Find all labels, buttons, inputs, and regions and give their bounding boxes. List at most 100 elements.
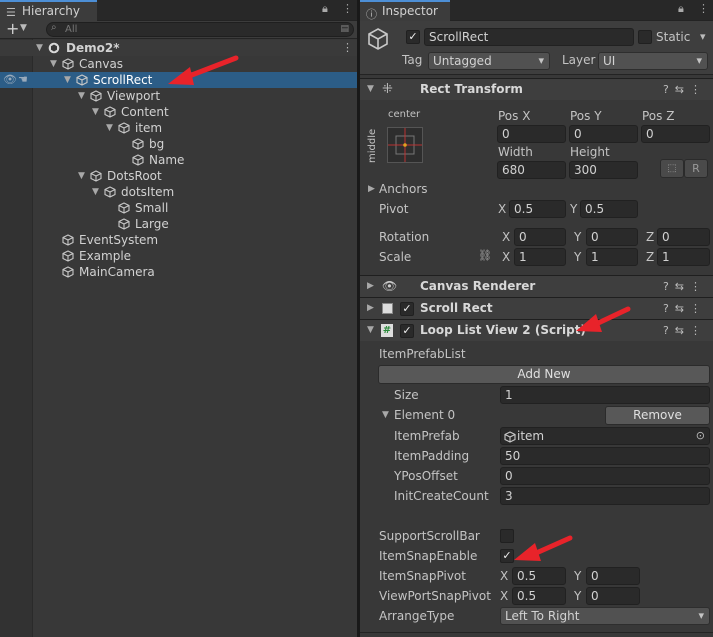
- scale-z-field[interactable]: 1: [657, 248, 710, 266]
- search-options-icon[interactable]: ▤: [340, 23, 349, 36]
- raw-edit-button[interactable]: R: [684, 159, 708, 178]
- link-icon[interactable]: ⛓︎: [478, 249, 492, 262]
- expand-arrow-icon[interactable]: ▼: [78, 168, 85, 184]
- viewport-snap-x-field[interactable]: 0.5: [512, 587, 566, 605]
- tree-item-dotsitem[interactable]: ▼ dotsItem: [0, 184, 357, 200]
- tree-item-content[interactable]: ▼ Content: [0, 104, 357, 120]
- annotation-arrow: [514, 535, 573, 561]
- width-field[interactable]: 680: [497, 161, 566, 179]
- collapse-arrow-icon[interactable]: ▼: [367, 320, 374, 341]
- height-field[interactable]: 300: [569, 161, 638, 179]
- tree-item-viewport[interactable]: ▼ Viewport: [0, 88, 357, 104]
- scale-x-label: X: [502, 250, 511, 264]
- rot-x-label: X: [502, 230, 511, 244]
- anchor-preset-button[interactable]: [387, 127, 423, 163]
- element-arrow-icon[interactable]: ▼: [382, 410, 389, 420]
- add-new-button[interactable]: Add New: [378, 365, 710, 384]
- size-field[interactable]: 1: [500, 386, 710, 404]
- tree-item-maincamera[interactable]: MainCamera: [0, 264, 357, 280]
- posy-field[interactable]: 0: [569, 125, 638, 143]
- expand-arrow-icon[interactable]: ▼: [92, 104, 99, 120]
- scale-y-field[interactable]: 1: [586, 248, 638, 266]
- static-checkbox[interactable]: [638, 30, 652, 44]
- lock-icon[interactable]: 🔒︎: [678, 2, 684, 16]
- tag-dropdown[interactable]: Untagged: [428, 52, 550, 70]
- expand-arrow-icon[interactable]: ▶: [367, 276, 374, 297]
- tree-item-small[interactable]: Small: [0, 200, 357, 216]
- tree-item-label: dotsItem: [121, 185, 175, 199]
- arrange-type-dropdown[interactable]: Left To Right: [500, 607, 710, 625]
- collapse-arrow-icon[interactable]: ▼: [367, 79, 374, 100]
- lock-icon[interactable]: 🔒︎: [322, 2, 328, 16]
- tree-item-label: Name: [149, 153, 185, 167]
- expand-arrow-icon[interactable]: ▶: [367, 298, 374, 319]
- expand-arrow-icon[interactable]: ▼: [64, 72, 71, 88]
- chevron-down-icon[interactable]: ▼: [20, 23, 27, 33]
- posz-field[interactable]: 0: [641, 125, 710, 143]
- pivot-y-field[interactable]: 0.5: [580, 200, 638, 218]
- gameobject-cube-icon: [62, 58, 74, 70]
- snap-pivot-x-field[interactable]: 0.5: [512, 567, 566, 585]
- gameobject-cube-icon: [76, 74, 88, 86]
- component-menu-icons[interactable]: ?⇆⋮: [663, 320, 707, 341]
- item-padding-field[interactable]: 50: [500, 447, 710, 465]
- expand-arrow-icon[interactable]: ▼: [50, 56, 57, 72]
- bottom-divider: [360, 632, 713, 633]
- tab-hierarchy[interactable]: ☰ Hierarchy: [0, 0, 97, 21]
- more-icon[interactable]: ⋮: [698, 2, 709, 15]
- loop-list-enabled-checkbox[interactable]: ✓: [400, 324, 414, 338]
- expand-arrow-icon[interactable]: ▼: [92, 184, 99, 200]
- remove-button[interactable]: Remove: [605, 406, 710, 425]
- add-button[interactable]: +: [6, 19, 19, 38]
- rot-y-field[interactable]: 0: [586, 228, 638, 246]
- scene-menu-icon[interactable]: ⋮: [342, 40, 353, 56]
- tree-item-name[interactable]: Name: [0, 152, 357, 168]
- viewport-snap-y-field[interactable]: 0: [586, 587, 640, 605]
- posx-field[interactable]: 0: [497, 125, 566, 143]
- scroll-rect-header[interactable]: ▶ ✓ Scroll Rect ?⇆⋮: [360, 297, 713, 319]
- rot-x-field[interactable]: 0: [514, 228, 566, 246]
- component-menu-icons[interactable]: ?⇆⋮: [663, 276, 707, 297]
- init-count-field[interactable]: 3: [500, 487, 710, 505]
- pivot-x-field[interactable]: 0.5: [509, 200, 566, 218]
- item-prefab-field[interactable]: item ⊙: [500, 427, 710, 445]
- tree-item-dotsroot[interactable]: ▼ DotsRoot: [0, 168, 357, 184]
- expand-arrow-icon[interactable]: ▼: [106, 120, 113, 136]
- width-label: Width: [498, 145, 533, 159]
- more-icon[interactable]: ⋮: [342, 2, 353, 15]
- anchors-label[interactable]: Anchors: [379, 182, 428, 196]
- loop-list-header[interactable]: ▼ # ✓ Loop List View 2 (Script) ?⇆⋮: [360, 319, 713, 341]
- rotation-label: Rotation: [379, 230, 430, 244]
- canvas-renderer-header[interactable]: ▶ 👁︎ Canvas Renderer ?⇆⋮: [360, 275, 713, 297]
- tree-item-example[interactable]: Example: [0, 248, 357, 264]
- layer-dropdown[interactable]: UI: [598, 52, 708, 70]
- snap-pivot-y-field[interactable]: 0: [586, 567, 640, 585]
- component-menu-icons[interactable]: ?⇆⋮: [663, 298, 707, 319]
- gameobject-cube-icon: [118, 218, 130, 230]
- object-picker-icon[interactable]: ⊙: [696, 428, 705, 444]
- search-input[interactable]: ⌕ All ▤: [46, 22, 354, 37]
- init-count-label: InitCreateCount: [394, 489, 489, 503]
- tree-item-large[interactable]: Large: [0, 216, 357, 232]
- object-name-field[interactable]: ScrollRect: [424, 28, 634, 46]
- scroll-rect-enabled-checkbox[interactable]: ✓: [400, 302, 414, 316]
- element-label[interactable]: Element 0: [394, 408, 455, 422]
- scale-x-field[interactable]: 1: [514, 248, 566, 266]
- hand-icon[interactable]: ☚: [18, 72, 28, 88]
- rot-z-field[interactable]: 0: [657, 228, 710, 246]
- tree-item-label: EventSystem: [79, 233, 159, 247]
- tree-item-bg[interactable]: bg: [0, 136, 357, 152]
- tree-item-item[interactable]: ▼ item: [0, 120, 357, 136]
- tree-item-eventsystem[interactable]: EventSystem: [0, 232, 357, 248]
- eye-icon[interactable]: 👁︎: [3, 72, 17, 88]
- anchors-arrow-icon[interactable]: ▶: [368, 184, 375, 194]
- tab-inspector[interactable]: ⓘ Inspector: [360, 0, 450, 21]
- expand-arrow-icon[interactable]: ▼: [36, 40, 43, 56]
- blueprint-mode-button[interactable]: ⬚: [660, 159, 684, 178]
- rect-transform-header[interactable]: ▼ ⁜ Rect Transform ?⇆⋮: [360, 78, 713, 100]
- component-menu-icons[interactable]: ?⇆⋮: [663, 79, 707, 100]
- static-dropdown-icon[interactable]: ▾: [700, 30, 706, 43]
- active-checkbox[interactable]: ✓: [406, 30, 420, 44]
- ypos-offset-field[interactable]: 0: [500, 467, 710, 485]
- expand-arrow-icon[interactable]: ▼: [78, 88, 85, 104]
